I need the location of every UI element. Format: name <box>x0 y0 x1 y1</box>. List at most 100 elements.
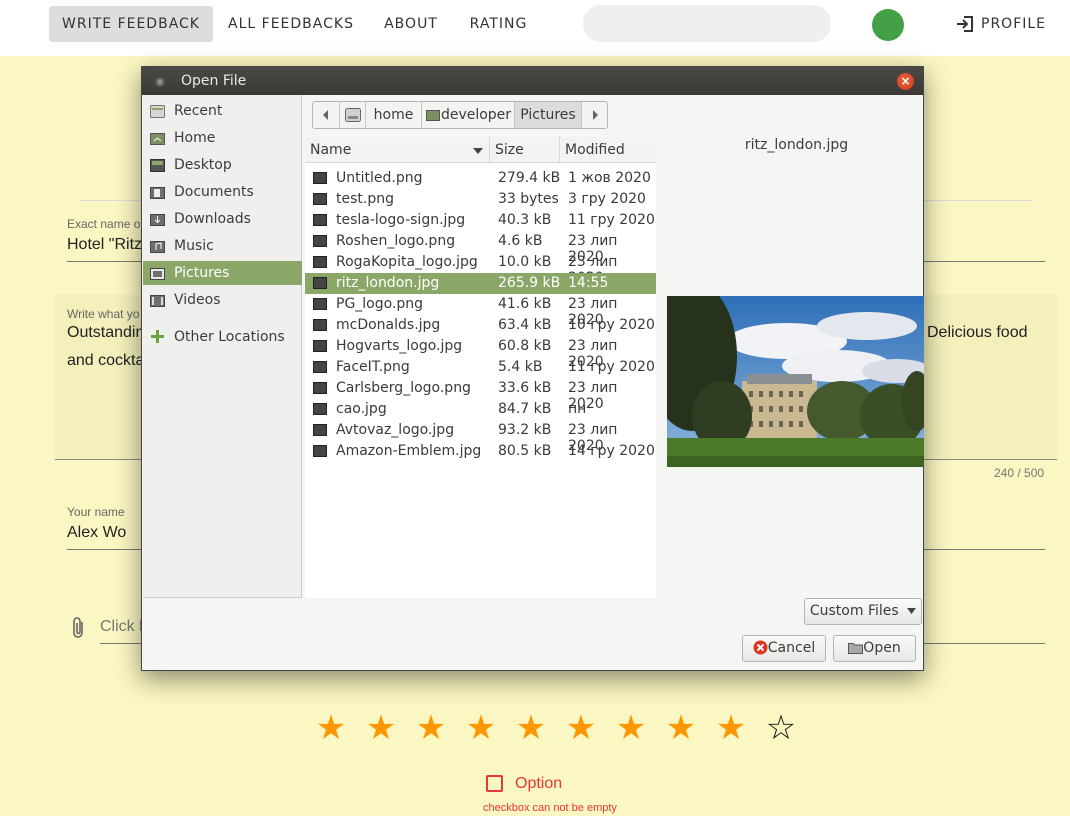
file-size: 33 bytes <box>498 191 559 207</box>
open-file-dialog: Open File × Recent Home Desktop Document… <box>141 66 924 671</box>
file-row[interactable]: Avtovaz_logo.jpg 93.2 kB 23 лип 2020 <box>305 420 656 454</box>
star-7-icon[interactable]: ★ <box>614 708 648 748</box>
search-input[interactable] <box>583 5 831 42</box>
file-row[interactable]: mcDonalds.jpg 63.4 kB 10 гру 2020 <box>305 315 656 336</box>
column-header-name[interactable]: Name <box>305 137 490 163</box>
image-file-icon <box>313 298 327 310</box>
star-3-icon[interactable]: ★ <box>414 708 448 748</box>
path-crumb-developer[interactable]: developer <box>421 102 514 128</box>
star-6-icon[interactable]: ★ <box>564 708 598 748</box>
file-row[interactable]: RogaKopita_logo.jpg10.0 kB23 лип 2020 <box>305 252 656 286</box>
file-row[interactable]: test.png 33 bytes 3 гру 2020 <box>305 189 656 210</box>
open-label: Open <box>863 640 901 656</box>
sidebar-item-label: Music <box>174 238 214 254</box>
drive-icon[interactable] <box>339 102 365 128</box>
file-size: 10.0 kB <box>498 254 552 270</box>
image-file-icon <box>313 403 327 415</box>
file-size: 60.8 kB <box>498 338 552 354</box>
image-file-icon <box>313 361 327 373</box>
file-row[interactable]: cao.jpg 84.7 kB пн <box>305 399 656 420</box>
star-10-icon[interactable]: ☆ <box>764 708 798 748</box>
path-crumb-pictures[interactable]: Pictures <box>514 102 581 128</box>
window-menu-icon[interactable] <box>155 77 165 87</box>
cancel-button[interactable]: Cancel <box>742 635 826 662</box>
file-modified: 3 гру 2020 <box>568 191 646 207</box>
image-preview <box>667 296 924 467</box>
file-row[interactable]: ritz_london.jpg 265.9 kB 14:55 <box>305 273 656 294</box>
sidebar-item-documents[interactable]: Documents <box>143 180 302 204</box>
path-bar: home developer Pictures <box>312 101 608 129</box>
path-back-icon[interactable] <box>313 102 339 128</box>
your-name-input[interactable]: Alex Wo <box>67 524 126 542</box>
pictures-folder-icon <box>150 268 165 280</box>
star-4-icon[interactable]: ★ <box>464 708 498 748</box>
sidebar-item-recent[interactable]: Recent <box>143 99 302 123</box>
file-modified: 11 гру 2020 <box>568 212 655 228</box>
option-label[interactable]: Option <box>515 775 562 793</box>
option-error-message: checkbox can not be empty <box>483 802 617 814</box>
file-size: 279.4 kB <box>498 170 561 186</box>
file-size: 40.3 kB <box>498 212 552 228</box>
nav-about[interactable]: ABOUT <box>376 6 446 42</box>
dialog-titlebar[interactable]: Open File × <box>142 67 923 95</box>
file-row[interactable]: Untitled.png 279.4 kB 1 жов 2020 <box>305 168 656 189</box>
file-name: mcDonalds.jpg <box>336 317 441 333</box>
file-size: 93.2 kB <box>498 422 552 438</box>
column-header-size[interactable]: Size <box>490 137 560 163</box>
recent-icon <box>150 105 165 118</box>
hotel-name-input[interactable]: Hotel "Ritz <box>67 236 142 254</box>
sidebar-item-label: Downloads <box>174 211 251 227</box>
nav-rating[interactable]: RATING <box>461 6 536 42</box>
sidebar-item-pictures[interactable]: Pictures <box>143 261 302 285</box>
path-crumb-label: developer <box>440 107 512 123</box>
file-name: RogaKopita_logo.jpg <box>336 254 478 270</box>
file-row[interactable]: Amazon-Emblem.jpg 80.5 kB 14 гру 2020 <box>305 441 656 462</box>
attach-file-input[interactable]: Click l <box>100 618 143 636</box>
file-filter-label: Custom Files <box>809 603 899 619</box>
nav-all-feedbacks[interactable]: ALL FEEDBACKS <box>222 6 360 42</box>
sidebar-item-downloads[interactable]: Downloads <box>143 207 302 231</box>
star-2-icon[interactable]: ★ <box>364 708 398 748</box>
file-row[interactable]: Roshen_logo.png 4.6 kB 23 лип 2020 <box>305 231 656 265</box>
file-row[interactable]: FaceIT.png 5.4 kB 11 гру 2020 <box>305 357 656 378</box>
image-file-icon <box>313 319 327 331</box>
file-name: ritz_london.jpg <box>336 275 440 291</box>
path-crumb-home[interactable]: home <box>365 102 421 128</box>
column-header-modified[interactable]: Modified <box>560 137 656 163</box>
image-file-icon <box>313 382 327 394</box>
sidebar-item-music[interactable]: Music <box>143 234 302 258</box>
star-1-icon[interactable]: ★ <box>314 708 348 748</box>
star-9-icon[interactable]: ★ <box>714 708 748 748</box>
file-row[interactable]: tesla-logo-sign.jpg 40.3 kB 11 гру 2020 <box>305 210 656 231</box>
profile-label: PROFILE <box>981 16 1047 32</box>
close-icon[interactable]: × <box>897 73 914 90</box>
star-8-icon[interactable]: ★ <box>664 708 698 748</box>
sidebar-item-label: Videos <box>174 292 221 308</box>
star-5-icon[interactable]: ★ <box>514 708 548 748</box>
file-modified: 11 гру 2020 <box>568 359 655 375</box>
feedback-label: Write what yo <box>67 307 140 321</box>
image-file-icon <box>313 172 327 184</box>
file-row[interactable]: Hogvarts_logo.jpg 60.8 kB 23 лип 2020 <box>305 336 656 370</box>
open-button[interactable]: Open <box>833 635 916 662</box>
file-filter-dropdown[interactable]: Custom Files <box>804 598 922 625</box>
file-name: Hogvarts_logo.jpg <box>336 338 463 354</box>
videos-folder-icon <box>150 295 165 307</box>
file-row[interactable]: PG_logo.png 41.6 kB 23 лип 2020 <box>305 294 656 328</box>
image-file-icon <box>313 424 327 436</box>
sidebar-item-videos[interactable]: Videos <box>143 288 302 312</box>
path-forward-icon[interactable] <box>581 102 607 128</box>
paperclip-icon[interactable] <box>70 616 88 640</box>
home-folder-icon <box>426 110 440 121</box>
file-list: Name Size Modified Untitled.png 279.4 kB 1… <box>305 137 656 598</box>
sidebar-item-home[interactable]: Home <box>143 126 302 150</box>
option-checkbox[interactable] <box>486 775 503 792</box>
chevron-down-icon <box>907 608 917 614</box>
music-folder-icon <box>150 241 165 253</box>
sidebar-item-desktop[interactable]: Desktop <box>143 153 302 177</box>
file-name: cao.jpg <box>336 401 387 417</box>
profile-button[interactable]: PROFILE <box>955 6 1046 42</box>
file-row[interactable]: Carlsberg_logo.png 33.6 kB 23 лип 2020 <box>305 378 656 412</box>
nav-write-feedback[interactable]: WRITE FEEDBACK <box>49 6 213 42</box>
sidebar-item-other-locations[interactable]: Other Locations <box>143 325 302 349</box>
